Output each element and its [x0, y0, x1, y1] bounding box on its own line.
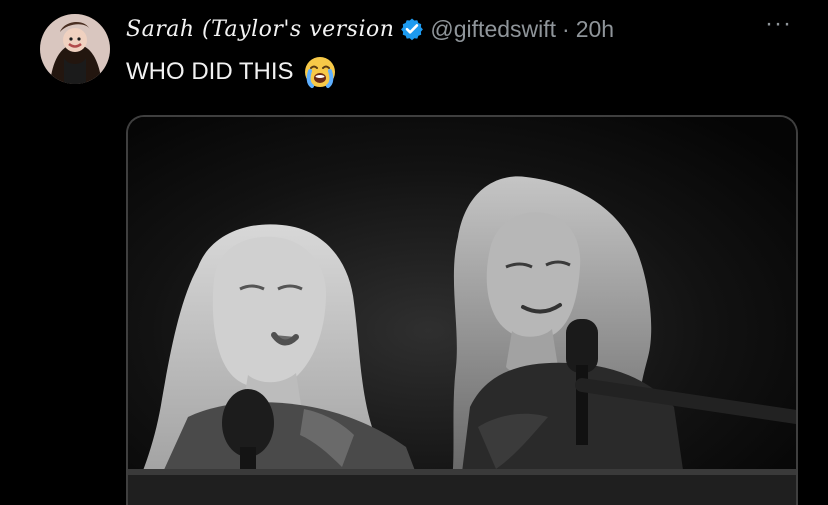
tweet-media[interactable] [126, 115, 798, 505]
tweet-text: WHO DID THIS [126, 56, 338, 88]
user-handle[interactable]: @giftedswift [430, 16, 556, 43]
avatar-image [40, 14, 110, 84]
separator-dot: · [562, 15, 570, 42]
timestamp[interactable]: 20h [576, 16, 614, 43]
tweet-header: Sarah (Taylor's version @giftedswift · 2… [126, 12, 808, 46]
loudly-crying-face-icon [302, 55, 338, 89]
display-name[interactable]: Sarah (Taylor's version [126, 17, 394, 42]
more-options-icon[interactable]: ··· [765, 10, 792, 38]
photo-image [128, 117, 796, 505]
tweet-body: WHO DID THIS [126, 58, 294, 85]
verified-badge-icon [400, 17, 424, 41]
avatar[interactable] [40, 14, 110, 84]
